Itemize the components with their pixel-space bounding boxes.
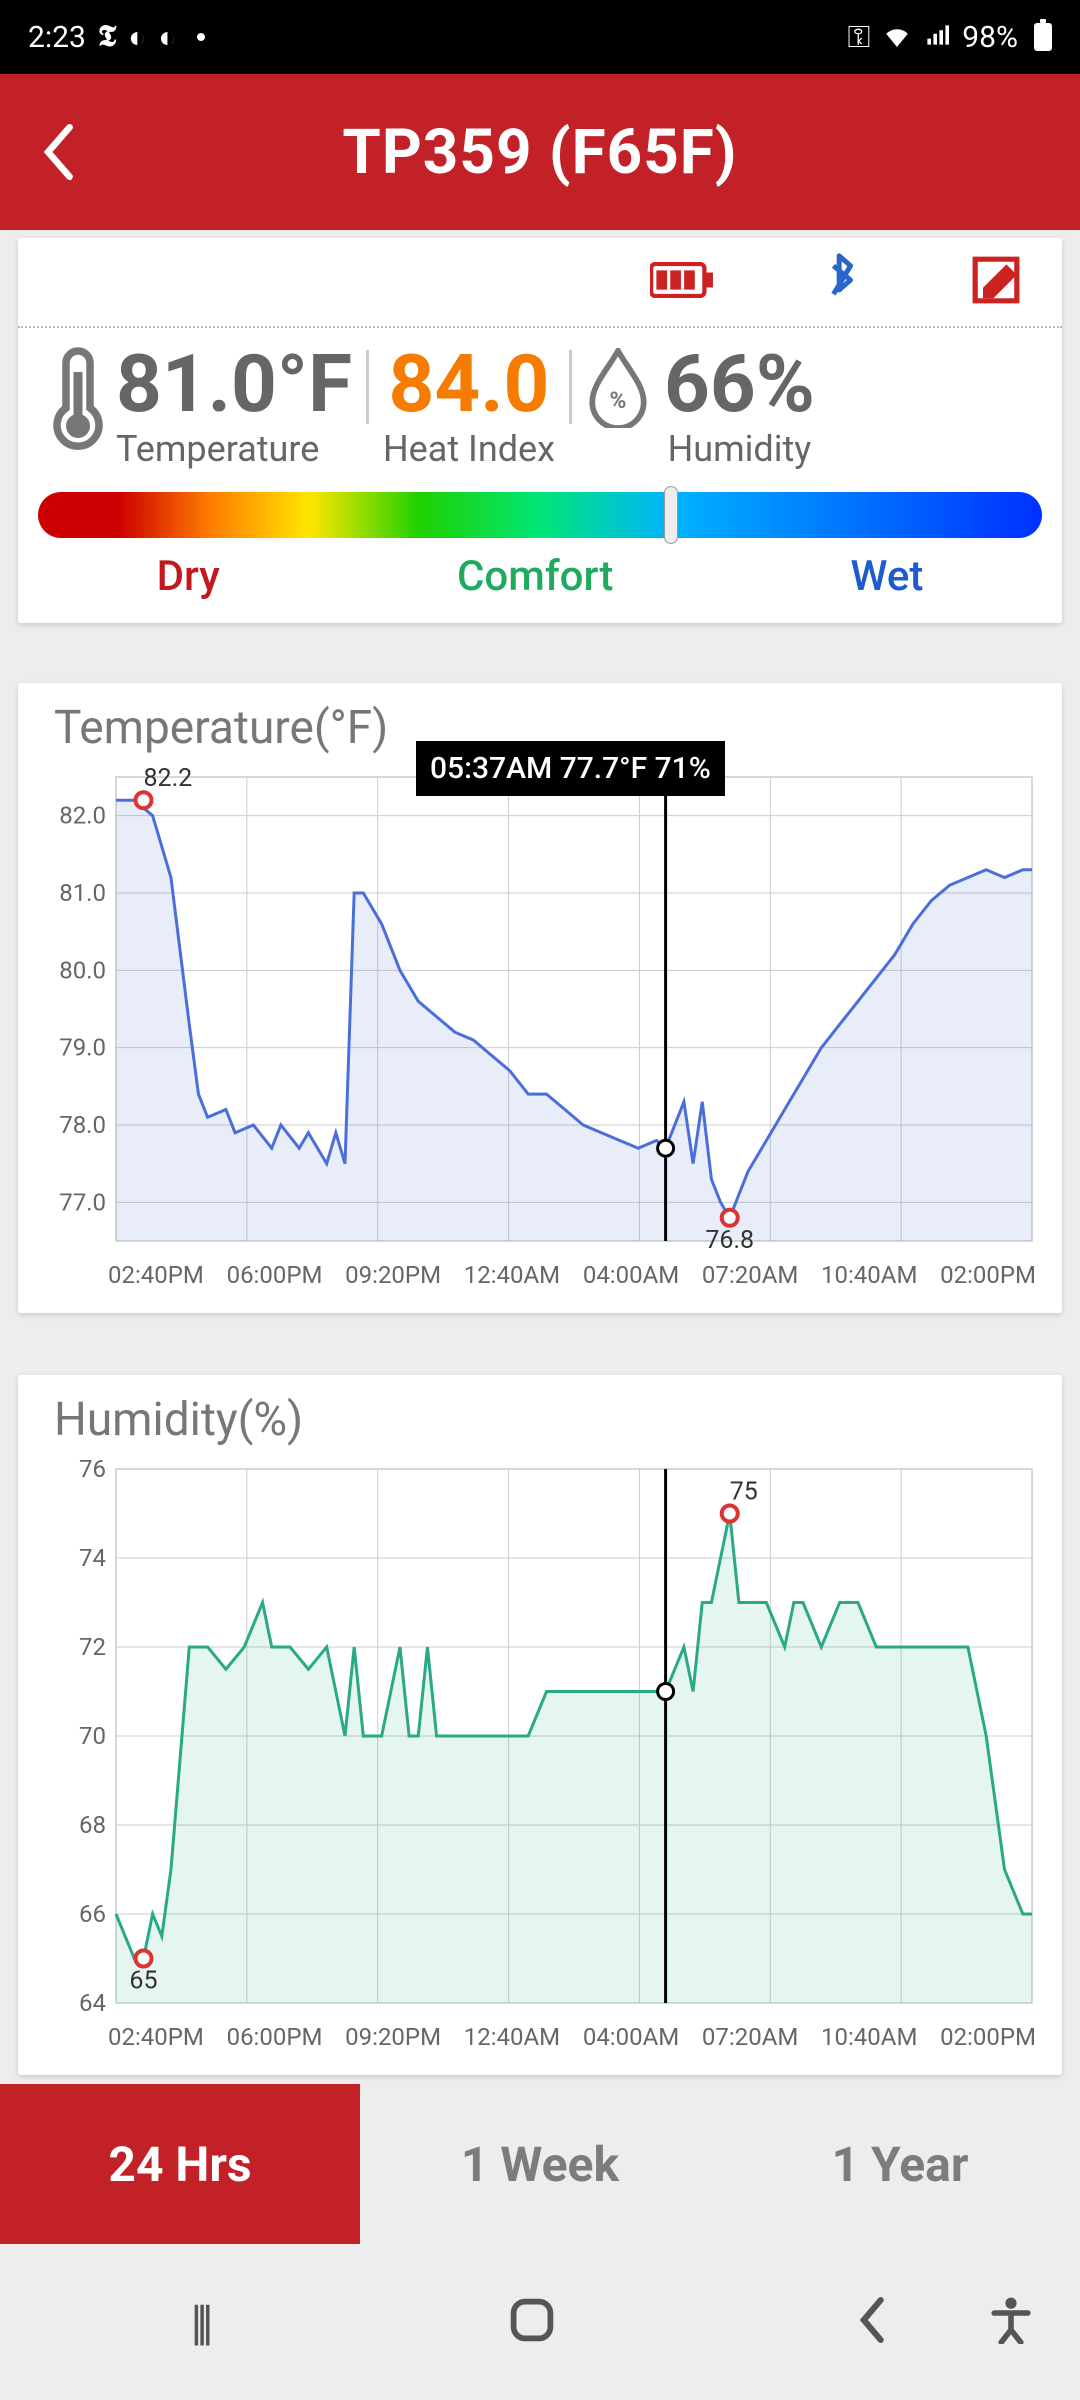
humidity-chart[interactable]: 64 66 68 70 72 74 76 75 65 bbox=[36, 1447, 1044, 2017]
temperature-chart-card: Temperature(°F) 77.078.079.080.081.082.0… bbox=[18, 683, 1062, 1313]
temperature-chart[interactable]: 77.078.079.080.081.082.082.276.8 05:37AM… bbox=[36, 755, 1044, 1255]
tab-1year[interactable]: 1 Year bbox=[720, 2084, 1080, 2244]
svg-text:77.0: 77.0 bbox=[59, 1188, 106, 1216]
heatindex-label: Heat Index bbox=[383, 428, 555, 470]
svg-text:82.0: 82.0 bbox=[59, 802, 106, 830]
svg-text:79.0: 79.0 bbox=[59, 1034, 106, 1062]
tab-1week[interactable]: 1 Week bbox=[360, 2084, 720, 2244]
status-time: 2:23 bbox=[28, 20, 86, 55]
temperature-x-axis: 02:40PM06:00PM09:20PM12:40AM04:00AM07:20… bbox=[108, 1261, 1036, 1289]
svg-text:%: % bbox=[610, 387, 627, 414]
humidity-x-axis: 02:40PM06:00PM09:20PM12:40AM04:00AM07:20… bbox=[108, 2023, 1036, 2051]
app-header: TP359 (F65F) bbox=[0, 74, 1080, 230]
spectrum-marker bbox=[664, 486, 678, 544]
edit-button[interactable] bbox=[970, 254, 1022, 310]
svg-text:65: 65 bbox=[129, 1967, 157, 1996]
page-title: TP359 (F65F) bbox=[88, 116, 992, 189]
notif-icon-1: ◐ bbox=[128, 20, 146, 55]
svg-text:76: 76 bbox=[79, 1455, 106, 1483]
svg-text:72: 72 bbox=[79, 1633, 106, 1661]
notif-icon-2: ◐ bbox=[158, 20, 176, 55]
humidity-chart-title: Humidity(%) bbox=[54, 1393, 1044, 1447]
accessibility-button[interactable] bbox=[990, 2296, 1032, 2348]
nyt-icon: 𝕿 bbox=[98, 20, 116, 54]
svg-text:75: 75 bbox=[730, 1478, 758, 1507]
back-nav-button[interactable] bbox=[856, 2297, 890, 2347]
time-range-tabs: 24 Hrs 1 Week 1 Year bbox=[0, 2084, 1080, 2244]
svg-text:82.2: 82.2 bbox=[143, 764, 192, 793]
temperature-label: Temperature bbox=[116, 428, 319, 470]
back-button[interactable] bbox=[28, 122, 88, 182]
wifi-icon bbox=[882, 20, 912, 55]
humidity-label: Humidity bbox=[668, 428, 812, 470]
humidity-icon: % bbox=[586, 348, 650, 428]
svg-text:78.0: 78.0 bbox=[59, 1111, 106, 1139]
chart-tooltip: 05:37AM 77.7°F 71% bbox=[416, 741, 725, 796]
spectrum-label-comfort: Comfort bbox=[457, 552, 613, 601]
humidity-chart-card: Humidity(%) 64 66 68 70 72 74 76 75 65 02:40PM06… bbox=[18, 1375, 1062, 2075]
tab-24hrs[interactable]: 24 Hrs bbox=[0, 2084, 360, 2244]
humidity-spectrum[interactable] bbox=[38, 492, 1042, 538]
bluetooth-icon bbox=[824, 253, 860, 311]
svg-text:81.0: 81.0 bbox=[59, 879, 106, 907]
svg-text:70: 70 bbox=[79, 1722, 106, 1750]
svg-text:74: 74 bbox=[79, 1544, 106, 1572]
svg-text:68: 68 bbox=[79, 1811, 106, 1839]
home-button[interactable] bbox=[509, 2297, 555, 2347]
battery-icon bbox=[1034, 23, 1052, 51]
status-bar: 2:23 𝕿 ◐ ◐ ⚿ 98% bbox=[0, 0, 1080, 74]
vpn-icon: ⚿ bbox=[847, 20, 870, 55]
svg-text:80.0: 80.0 bbox=[59, 956, 106, 984]
spectrum-label-dry: Dry bbox=[157, 552, 220, 601]
battery-pct: 98% bbox=[962, 20, 1018, 55]
recents-button[interactable]: ||| bbox=[190, 2294, 207, 2351]
more-icon bbox=[197, 33, 205, 41]
readings-card: 81.0°F Temperature 84.0 Heat Index % 66%… bbox=[18, 238, 1062, 623]
spectrum-label-wet: Wet bbox=[851, 552, 924, 601]
signal-icon bbox=[924, 20, 950, 55]
svg-text:64: 64 bbox=[79, 1989, 106, 2017]
separator bbox=[366, 350, 369, 424]
thermometer-icon bbox=[48, 344, 108, 454]
svg-text:66: 66 bbox=[79, 1900, 106, 1928]
separator bbox=[569, 350, 572, 424]
heatindex-value: 84.0 bbox=[389, 344, 550, 424]
temperature-value: 81.0°F bbox=[116, 344, 352, 424]
system-nav-bar: ||| bbox=[0, 2244, 1080, 2400]
humidity-value: 66% bbox=[664, 344, 815, 424]
device-battery-icon bbox=[650, 262, 714, 302]
svg-text:76.8: 76.8 bbox=[705, 1226, 754, 1255]
